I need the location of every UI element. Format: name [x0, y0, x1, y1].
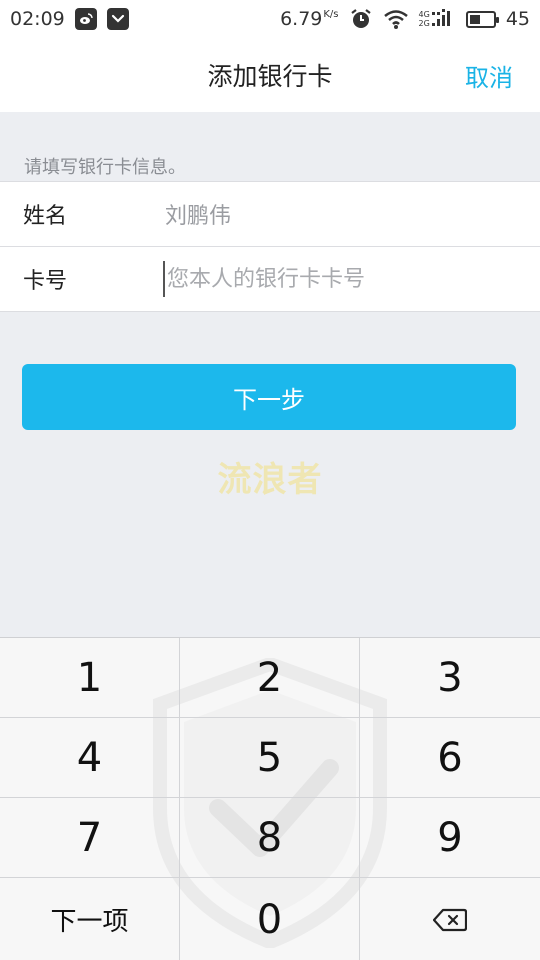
backspace-icon: [433, 908, 467, 931]
status-right: 6.79 K/s 4G 2G 45: [280, 7, 530, 31]
key-9[interactable]: 9: [360, 798, 540, 878]
next-button[interactable]: 下一步: [22, 364, 516, 430]
key-1[interactable]: 1: [0, 638, 180, 718]
bank-card-form: 姓名 刘鹏伟 卡号: [0, 181, 540, 312]
name-value: 刘鹏伟: [165, 204, 232, 229]
numeric-keyboard: 1 2 3 4 5 6 7 8 9 下一项 0: [0, 637, 540, 960]
battery-level: 45: [505, 8, 530, 30]
cancel-button[interactable]: 取消: [465, 38, 513, 112]
header: 添加银行卡 取消: [0, 38, 540, 112]
page-title: 添加银行卡: [207, 62, 333, 91]
key-5[interactable]: 5: [180, 718, 360, 798]
form-hint: 请填写银行卡信息。: [24, 157, 186, 178]
key-next-field[interactable]: 下一项: [0, 878, 180, 960]
wifi-icon: [383, 8, 409, 30]
network-type-top: 4G: [418, 10, 430, 19]
status-time: 02:09: [10, 8, 65, 30]
battery-icon: [465, 10, 499, 28]
card-number-row[interactable]: 卡号: [0, 247, 540, 311]
alarm-icon: [349, 7, 373, 31]
network-speed-unit: K/s: [323, 9, 339, 20]
name-row[interactable]: 姓名 刘鹏伟: [0, 182, 540, 246]
status-left: 02:09: [10, 8, 129, 30]
key-6[interactable]: 6: [360, 718, 540, 798]
key-2[interactable]: 2: [180, 638, 360, 718]
network-speed: 6.79 K/s: [280, 8, 338, 30]
network-type-bottom: 2G: [418, 19, 430, 28]
status-bar: 02:09 6.79 K/s 4G 2G 45: [0, 0, 540, 38]
key-7[interactable]: 7: [0, 798, 180, 878]
battery-fill: [469, 14, 480, 24]
signal-icon: [431, 9, 456, 29]
key-3[interactable]: 3: [360, 638, 540, 718]
name-label: 姓名: [23, 204, 68, 229]
backspace-key[interactable]: [360, 878, 540, 960]
card-number-input[interactable]: [163, 261, 513, 297]
key-4[interactable]: 4: [0, 718, 180, 798]
network-speed-value: 6.79: [280, 8, 323, 30]
key-8[interactable]: 8: [180, 798, 360, 878]
key-0[interactable]: 0: [180, 878, 360, 960]
network-type: 4G 2G: [419, 10, 430, 28]
watermark-text: 流浪者: [217, 460, 323, 500]
card-number-label: 卡号: [23, 269, 68, 294]
pocket-icon: [106, 8, 129, 30]
weibo-icon: [74, 8, 97, 30]
